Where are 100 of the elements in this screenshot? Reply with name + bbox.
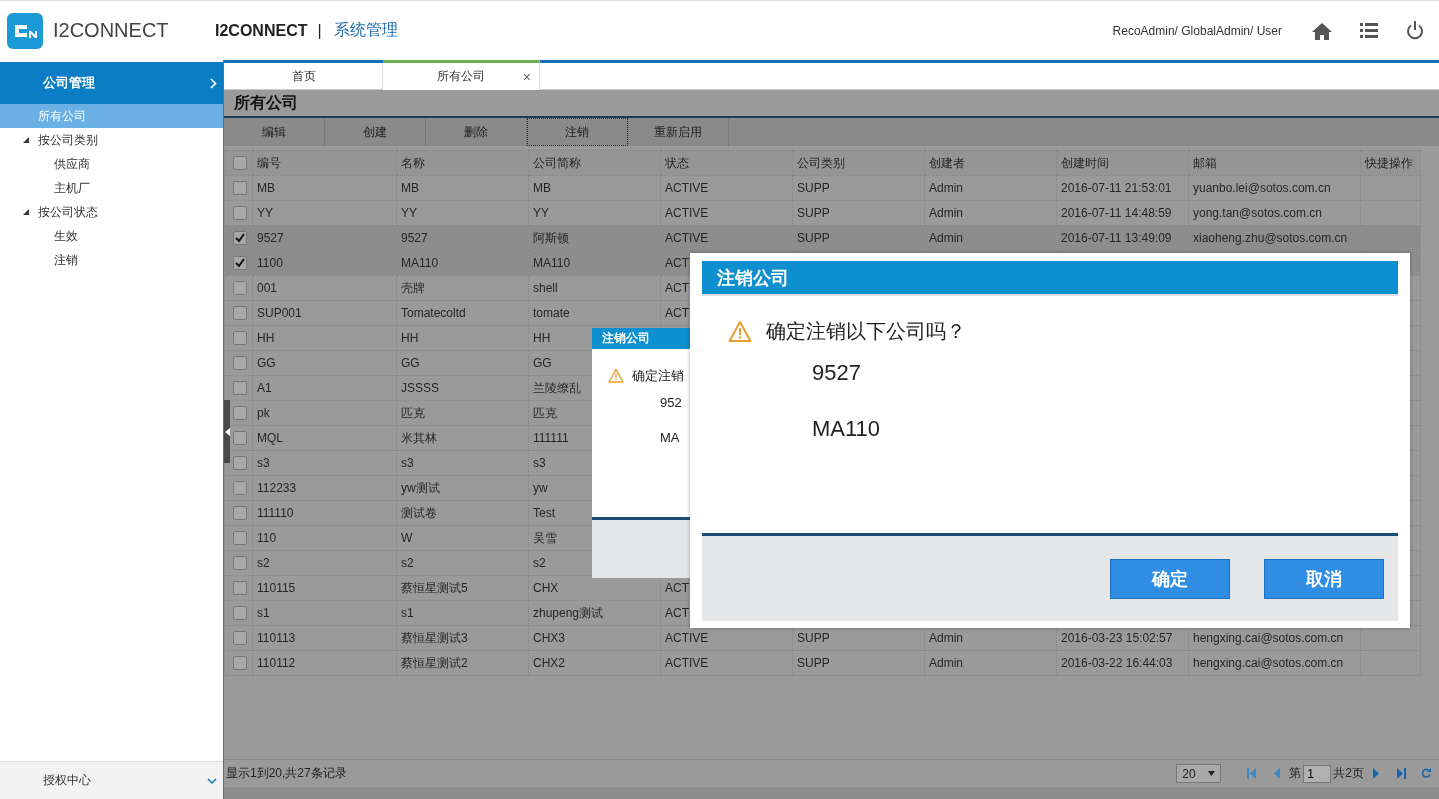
column-header: 快捷操作 — [1360, 150, 1421, 176]
table-cell: SUPP — [792, 200, 925, 226]
tab[interactable]: 所有公司 × — [383, 60, 540, 90]
tree-item[interactable]: 注销 — [0, 248, 223, 272]
chevron-down-icon — [207, 777, 217, 784]
table-cell: W — [396, 525, 529, 551]
table-cell: yuanbo.lei@sotos.com.cn — [1188, 175, 1361, 201]
column-header: 编号 — [252, 150, 397, 176]
table-cell: shell — [528, 275, 661, 301]
collapse-handle[interactable] — [224, 400, 230, 463]
tree-item[interactable]: 主机厂 — [0, 176, 223, 200]
table-cell: MB — [396, 175, 529, 201]
page-size-select[interactable]: 20 — [1176, 764, 1222, 783]
checkbox[interactable] — [233, 406, 247, 421]
table-cell: 2016-07-11 13:49:09 — [1056, 225, 1189, 251]
checkbox[interactable] — [233, 281, 247, 296]
table-cell: s1 — [252, 600, 397, 626]
table-cell: 匹克 — [396, 400, 529, 426]
table-cell: Admin — [924, 650, 1057, 676]
chevron-right-icon — [210, 77, 217, 89]
table-cell: HH — [396, 325, 529, 351]
previous-page-icon[interactable] — [1272, 768, 1282, 779]
checkbox[interactable] — [233, 531, 247, 546]
checkbox[interactable] — [233, 656, 247, 671]
page-count: 共2页 — [1333, 765, 1364, 782]
column-header: 公司简称 — [528, 150, 661, 176]
column-header: 公司类别 — [792, 150, 925, 176]
checkbox[interactable] — [233, 156, 247, 171]
checkbox[interactable] — [233, 356, 247, 371]
power-icon[interactable] — [1406, 21, 1424, 40]
table-cell: ACTIVE — [660, 650, 793, 676]
company-name: MA — [660, 429, 681, 447]
checkbox[interactable] — [233, 606, 247, 621]
checkbox[interactable] — [233, 381, 247, 396]
table-cell: GG — [252, 350, 397, 376]
table-cell: JSSSS — [396, 375, 529, 401]
table-cell: s3 — [252, 450, 397, 476]
page-input[interactable]: 1 — [1303, 764, 1332, 783]
table-cell: zhupeng测试 — [528, 600, 661, 626]
checkbox[interactable] — [233, 481, 247, 496]
last-page-icon[interactable] — [1397, 768, 1406, 779]
checkbox[interactable] — [233, 206, 247, 221]
checkbox[interactable] — [233, 306, 247, 321]
page-title: 所有公司 — [224, 90, 1439, 116]
table-cell: Tomatecoltd — [396, 300, 529, 326]
next-page-icon[interactable] — [1372, 768, 1381, 779]
column-header: 创建时间 — [1056, 150, 1189, 176]
expand-icon[interactable] — [23, 209, 29, 215]
section-footer[interactable]: 授权中心 — [0, 761, 223, 799]
record-summary: 显示1到20,共27条记录 — [226, 765, 347, 782]
table-cell: ACTIVE — [660, 200, 793, 226]
tree-item[interactable]: 生效 — [0, 224, 223, 248]
warning-icon — [608, 368, 624, 384]
checkbox[interactable] — [233, 631, 247, 646]
table-cell: tomate — [528, 300, 661, 326]
table-cell: 1100 — [252, 250, 397, 276]
home-icon[interactable] — [1312, 21, 1332, 40]
page-label: 第 — [1289, 765, 1302, 782]
expand-icon[interactable] — [23, 137, 29, 143]
table-cell: SUPP — [792, 175, 925, 201]
table-cell: 110113 — [252, 625, 397, 651]
checkbox[interactable] — [233, 181, 247, 196]
column-header: 创建者 — [924, 150, 1057, 176]
table-cell: 110112 — [252, 650, 397, 676]
table-cell: yong.tan@sotos.com.cn — [1188, 200, 1361, 226]
column-header: 名称 — [396, 150, 529, 176]
checkbox[interactable] — [233, 556, 247, 571]
checkbox[interactable] — [233, 431, 247, 446]
refresh-icon[interactable] — [1422, 768, 1431, 779]
checkbox[interactable] — [233, 506, 247, 521]
checkbox[interactable] — [233, 456, 247, 471]
table-cell: CHX3 — [528, 625, 661, 651]
table-cell: A1 — [252, 375, 397, 401]
user-roles: RecoAdmin/ GlobalAdmin/ User — [1112, 23, 1282, 38]
table-cell: 9527 — [252, 225, 397, 251]
list-icon[interactable] — [1360, 23, 1378, 38]
section-header[interactable]: 公司管理 — [0, 62, 223, 104]
table-cell: 测试卷 — [396, 500, 529, 526]
column-header: 状态 — [660, 150, 793, 176]
table-cell: ACTIVE — [660, 175, 793, 201]
table-cell: 2016-03-22 16:44:03 — [1056, 650, 1189, 676]
table-cell: 9527 — [396, 225, 529, 251]
checkbox[interactable] — [233, 231, 247, 246]
table-cell: Admin — [924, 225, 1057, 251]
table-cell: hengxing.cai@sotos.com.cn — [1188, 650, 1361, 676]
checkbox[interactable] — [233, 256, 247, 271]
tree-item[interactable]: 按公司状态 — [0, 200, 223, 224]
table-cell: 111110 — [252, 500, 397, 526]
table-cell: s1 — [396, 600, 529, 626]
tree-item[interactable]: 按公司类别 — [0, 128, 223, 152]
tree-item[interactable]: 供应商 — [0, 152, 223, 176]
table-cell: 112233 — [252, 475, 397, 501]
checkbox[interactable] — [233, 581, 247, 596]
close-button[interactable]: × — [522, 68, 531, 85]
first-page-icon[interactable] — [1247, 768, 1257, 779]
company-name: 9527 — [812, 359, 862, 387]
checkbox[interactable] — [233, 331, 247, 346]
table-cell: 110 — [252, 525, 397, 551]
table-cell: 2016-07-11 14:48:59 — [1056, 200, 1189, 226]
separator: | — [317, 21, 322, 40]
